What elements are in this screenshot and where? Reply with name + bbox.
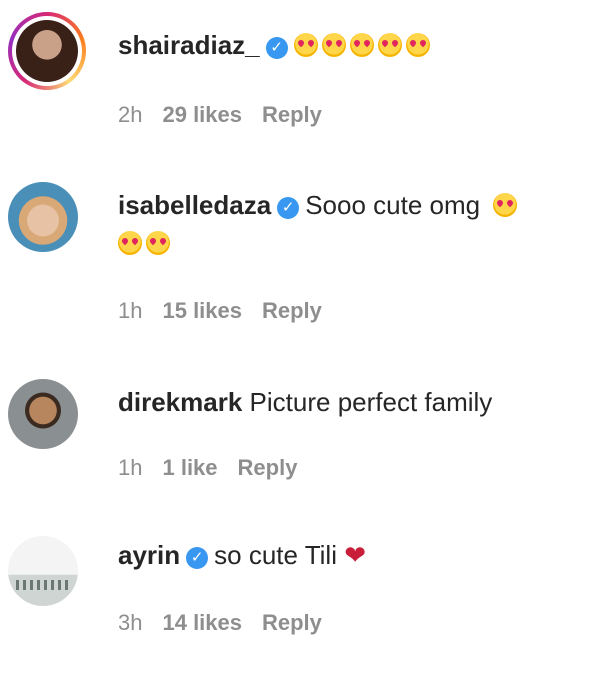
reply-button[interactable]: Reply — [262, 298, 322, 323]
reply-button[interactable]: Reply — [238, 455, 298, 480]
comment-time: 1h — [118, 455, 143, 480]
avatar[interactable] — [16, 20, 78, 82]
red-heart-icon: ❤ — [344, 540, 367, 570]
comment-text-line: isabelledaza ✓ Sooo cute omg — [118, 186, 581, 227]
comment-body: so cute Tili — [214, 540, 337, 570]
username-link[interactable]: shairadiaz_ — [118, 30, 260, 60]
comment-meta: 1h 1 like Reply — [118, 453, 317, 483]
avatar-image — [8, 182, 78, 252]
heart-eyes-emoji-icon — [118, 231, 142, 255]
verified-badge-icon: ✓ — [277, 197, 300, 219]
comment-body: Picture perfect family — [249, 387, 493, 417]
comment-body: Sooo cute omg — [305, 190, 481, 220]
comment-text-line: shairadiaz_ ✓ — [118, 26, 581, 67]
avatar[interactable] — [8, 536, 78, 606]
emoji-group — [293, 29, 434, 67]
likes-count-link[interactable]: 29 likes — [162, 102, 242, 127]
avatar[interactable] — [8, 182, 78, 252]
likes-count-link[interactable]: 1 like — [162, 455, 217, 480]
username-link[interactable]: direkmark — [118, 387, 242, 417]
comment-text-line: ayrin ✓ so cute Tili ❤ — [118, 536, 581, 574]
comment-meta: 2h 29 likes Reply — [118, 100, 342, 130]
comment-item: isabelledaza ✓ Sooo cute omg 1h 15 likes Rep… — [0, 170, 601, 350]
reply-button[interactable]: Reply — [262, 610, 322, 635]
heart-eyes-emoji-icon — [293, 33, 318, 57]
likes-count-link[interactable]: 14 likes — [162, 610, 242, 635]
emoji-group — [118, 227, 174, 265]
comment-item: ayrin ✓ so cute Tili ❤ 3h 14 likes Reply — [0, 520, 601, 680]
avatar-image — [8, 379, 78, 449]
comment-time: 1h — [118, 298, 143, 323]
comment-text-line-2 — [118, 224, 581, 265]
avatar-image — [8, 536, 78, 606]
avatar-story-ring[interactable] — [8, 12, 86, 90]
comment-meta: 1h 15 likes Reply — [118, 296, 342, 326]
heart-eyes-emoji-icon — [493, 193, 518, 217]
heart-eyes-emoji-icon — [405, 33, 430, 57]
verified-badge-icon: ✓ — [265, 37, 288, 59]
heart-eyes-emoji-icon — [349, 33, 374, 57]
comment-meta: 3h 14 likes Reply — [118, 608, 342, 638]
emoji-group — [493, 189, 521, 227]
username-link[interactable]: isabelledaza — [118, 190, 271, 220]
reply-button[interactable]: Reply — [262, 102, 322, 127]
likes-count-link[interactable]: 15 likes — [162, 298, 242, 323]
comment-item: shairadiaz_ ✓ 2h 29 likes Reply — [0, 0, 601, 160]
comment-item: direkmark Picture perfect family 1h 1 lik… — [0, 365, 601, 505]
heart-eyes-emoji-icon — [146, 231, 170, 255]
username-link[interactable]: ayrin — [118, 540, 180, 570]
comment-text-line: direkmark Picture perfect family — [118, 383, 581, 421]
verified-badge-icon: ✓ — [186, 547, 209, 569]
heart-eyes-emoji-icon — [377, 33, 402, 57]
avatar[interactable] — [8, 379, 78, 449]
comment-time: 2h — [118, 102, 143, 127]
comment-time: 3h — [118, 610, 143, 635]
heart-eyes-emoji-icon — [321, 33, 346, 57]
